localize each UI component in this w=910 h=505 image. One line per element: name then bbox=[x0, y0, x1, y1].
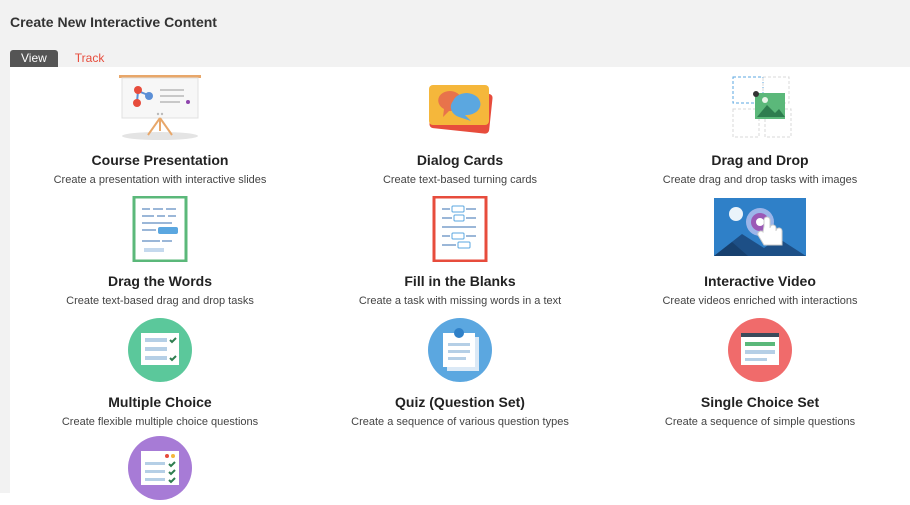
content-type-description: Create a task with missing words in a te… bbox=[358, 295, 562, 307]
drag-words-document-icon bbox=[10, 196, 310, 266]
content-type-description: Create text-based drag and drop tasks bbox=[66, 295, 254, 307]
content-type-name: Fill in the Blanks bbox=[404, 273, 516, 289]
content-type-name: Drag and Drop bbox=[711, 152, 809, 168]
content-type-description: Create a sequence of various question ty… bbox=[351, 416, 569, 428]
drag-drop-image-icon bbox=[610, 75, 910, 145]
quiz-question-set-icon bbox=[310, 317, 610, 387]
content-type-description: Create a presentation with interactive s… bbox=[53, 174, 267, 186]
content-type-grid: Course Presentation Create a presentatio… bbox=[10, 67, 910, 500]
content-type-name: Interactive Video bbox=[704, 273, 816, 289]
content-type-name: Quiz (Question Set) bbox=[395, 394, 525, 410]
single-choice-set-icon bbox=[610, 317, 910, 387]
fill-blanks-document-icon bbox=[310, 196, 610, 266]
content-type-description: Create flexible multiple choice question… bbox=[61, 416, 259, 428]
tab-bar: View Track bbox=[10, 50, 115, 67]
interactive-video-icon bbox=[610, 196, 910, 266]
presentation-board-icon bbox=[10, 75, 310, 145]
content-type-description: Create text-based turning cards bbox=[382, 174, 538, 186]
tab-track[interactable]: Track bbox=[64, 50, 116, 67]
tab-view[interactable]: View bbox=[10, 50, 58, 67]
content-type-description: Create a sequence of simple questions bbox=[664, 416, 856, 428]
multiple-choice-icon bbox=[10, 317, 310, 387]
content-type-name: Single Choice Set bbox=[700, 394, 820, 410]
content-type-name: Course Presentation bbox=[91, 152, 229, 168]
content-type-description: Create videos enriched with interactions bbox=[662, 295, 858, 307]
content-panel: Create New Interactive Content View Trac… bbox=[0, 0, 910, 500]
speech-bubbles-cards-icon bbox=[310, 75, 610, 145]
content-type-name: Drag the Words bbox=[108, 273, 212, 289]
checklist-summary-icon bbox=[10, 435, 310, 505]
page-title: Create New Interactive Content bbox=[10, 14, 217, 30]
content-type-name: Multiple Choice bbox=[108, 394, 212, 410]
content-type-description: Create drag and drop tasks with images bbox=[662, 174, 858, 186]
content-type-name: Dialog Cards bbox=[416, 152, 504, 168]
